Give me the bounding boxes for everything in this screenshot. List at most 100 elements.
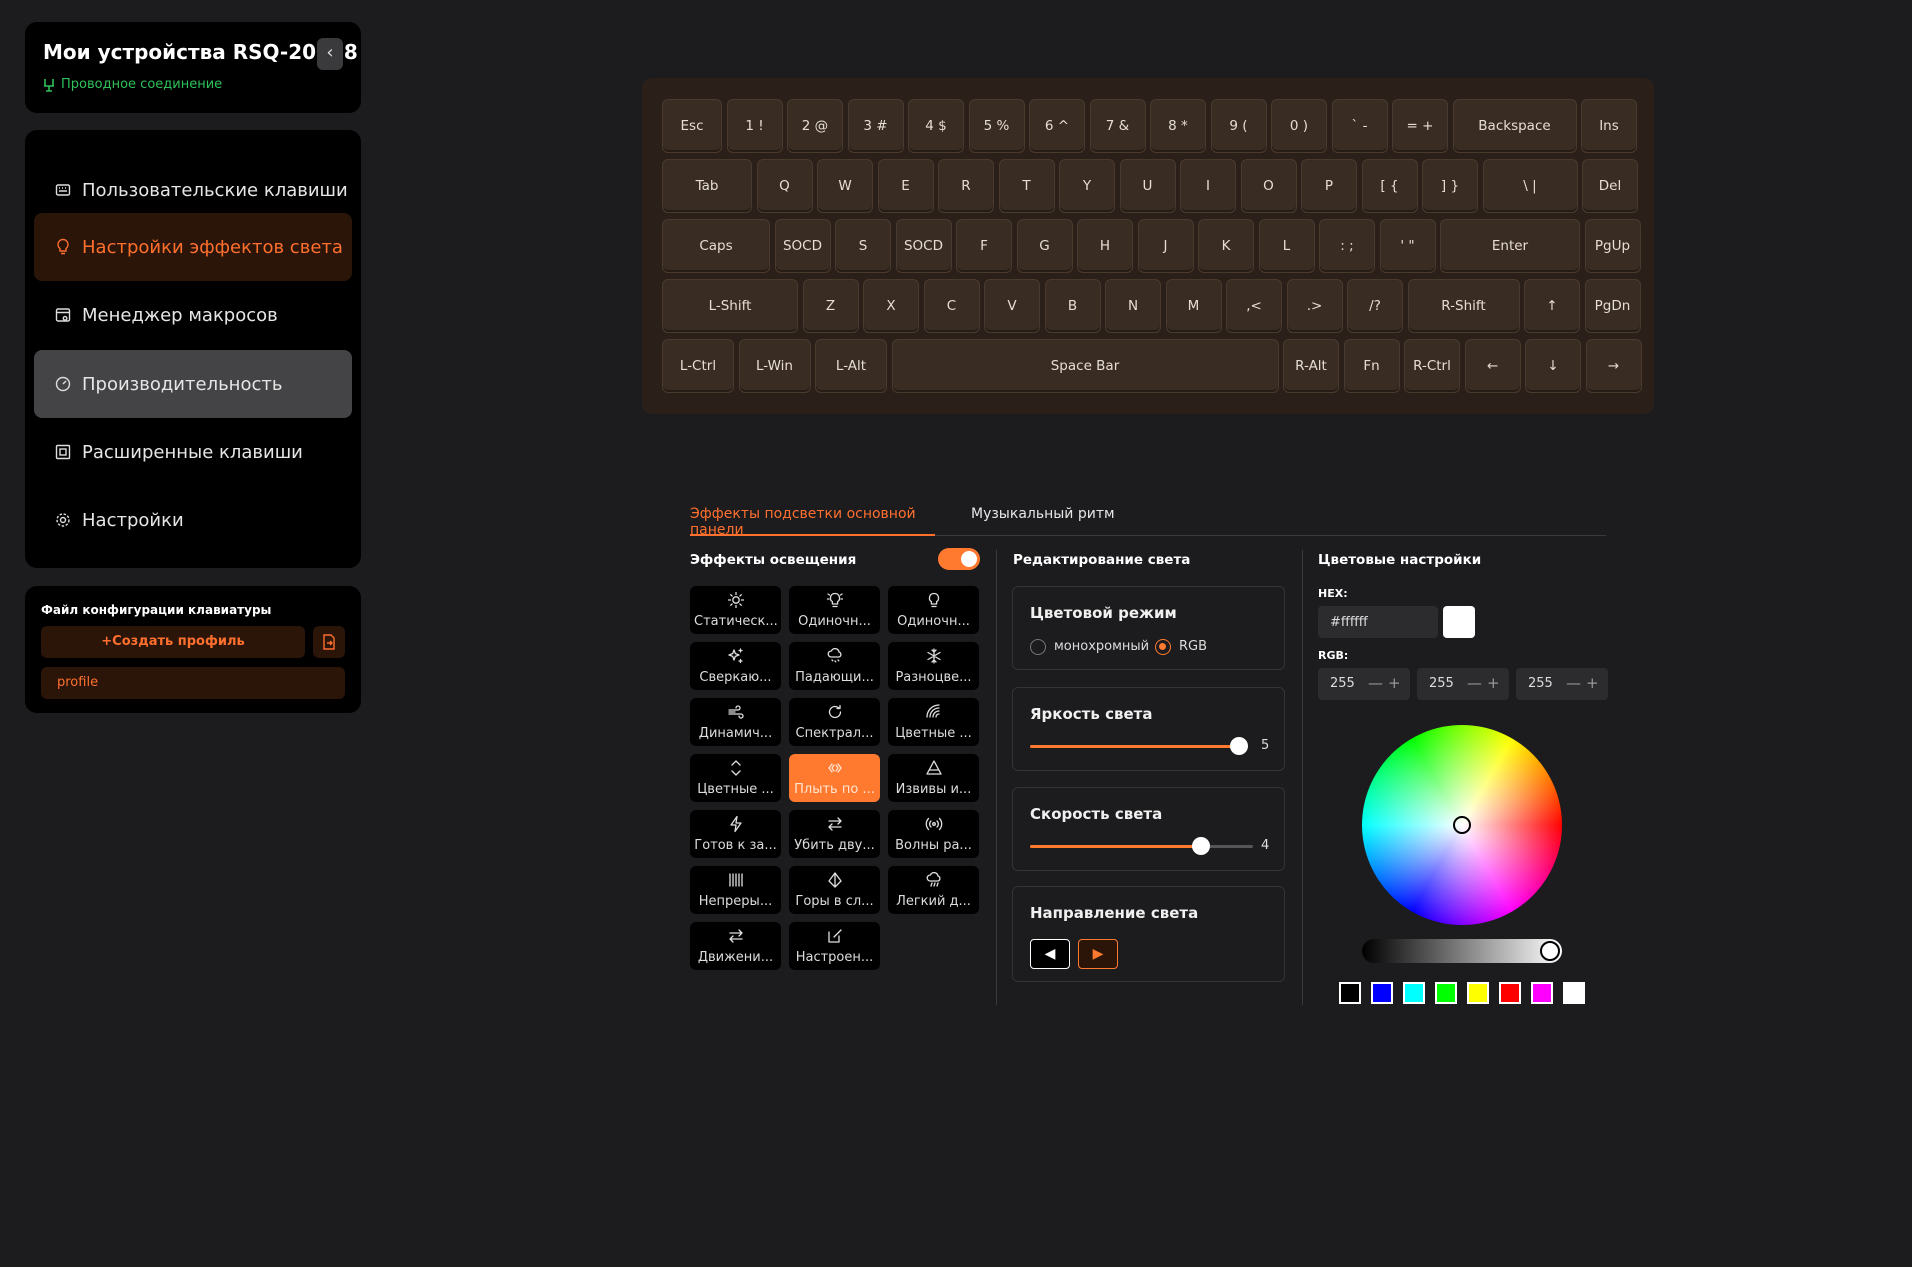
minus-icon[interactable]: — <box>1368 674 1383 692</box>
import-profile-button[interactable] <box>313 626 345 658</box>
minus-icon[interactable]: — <box>1566 674 1581 692</box>
color-preset-swatch[interactable] <box>1563 982 1585 1004</box>
key[interactable]: → <box>1585 339 1642 393</box>
effect-item[interactable]: Спектрал... <box>789 698 880 746</box>
key[interactable]: X <box>863 279 919 333</box>
radio-monochrome[interactable] <box>1030 639 1046 655</box>
key[interactable]: O <box>1240 159 1297 213</box>
color-preset-swatch[interactable] <box>1531 982 1553 1004</box>
minus-icon[interactable]: — <box>1467 674 1482 692</box>
key[interactable]: W <box>817 159 873 213</box>
color-preset-swatch[interactable] <box>1371 982 1393 1004</box>
effect-item[interactable]: Горы в сл... <box>789 866 880 914</box>
key[interactable]: Tab <box>662 159 752 213</box>
hex-input[interactable] <box>1318 606 1438 638</box>
key[interactable]: R-Ctrl <box>1404 339 1460 393</box>
key[interactable]: ] } <box>1422 159 1478 213</box>
tab-main-panel-effects[interactable]: Эффекты подсветки основной панели <box>690 506 935 538</box>
key[interactable]: 5 % <box>968 99 1025 153</box>
key[interactable]: 0 ) <box>1271 99 1327 153</box>
effect-item[interactable]: Одиночн... <box>789 586 880 634</box>
sidebar-item-settings[interactable]: Настройки <box>34 486 352 554</box>
key[interactable]: 7 & <box>1089 99 1146 153</box>
key[interactable]: Ins <box>1581 99 1637 153</box>
effect-item[interactable]: Настроен... <box>789 922 880 970</box>
key[interactable]: Enter <box>1440 219 1580 273</box>
radio-rgb[interactable] <box>1155 639 1171 655</box>
key[interactable]: Fn <box>1343 339 1400 393</box>
key[interactable]: \ | <box>1482 159 1578 213</box>
slider-knob[interactable] <box>1230 737 1248 755</box>
color-preset-swatch[interactable] <box>1403 982 1425 1004</box>
speed-slider[interactable] <box>1030 837 1253 855</box>
color-preset-swatch[interactable] <box>1339 982 1361 1004</box>
key[interactable]: Y <box>1059 159 1115 213</box>
sidebar-item-advanced-keys[interactable]: Расширенные клавиши <box>34 418 352 486</box>
slider-knob[interactable] <box>1192 837 1210 855</box>
key[interactable]: PgUp <box>1584 219 1641 273</box>
effect-item[interactable]: Убить дву... <box>789 810 880 858</box>
key[interactable]: H <box>1077 219 1133 273</box>
direction-right-button[interactable]: ▶ <box>1078 939 1118 969</box>
key[interactable]: F <box>956 219 1012 273</box>
key[interactable]: ← <box>1464 339 1521 393</box>
key[interactable]: L-Shift <box>662 279 798 333</box>
red-stepper[interactable]: 255 — + <box>1318 668 1410 700</box>
key[interactable]: .> <box>1286 279 1343 333</box>
blue-stepper[interactable]: 255 — + <box>1516 668 1608 700</box>
effect-item[interactable]: Готов к за... <box>690 810 781 858</box>
key[interactable]: S <box>835 219 891 273</box>
key[interactable]: 1 ! <box>726 99 783 153</box>
key[interactable]: ` - <box>1331 99 1388 153</box>
key[interactable]: I <box>1180 159 1236 213</box>
effect-item[interactable]: Непреры... <box>690 866 781 914</box>
effect-item[interactable]: Движени... <box>690 922 781 970</box>
key[interactable]: N <box>1105 279 1161 333</box>
key[interactable]: Del <box>1582 159 1638 213</box>
plus-icon[interactable]: + <box>1586 674 1599 692</box>
green-stepper[interactable]: 255 — + <box>1417 668 1509 700</box>
key[interactable]: J <box>1137 219 1194 273</box>
key[interactable]: 3 # <box>847 99 904 153</box>
key[interactable]: U <box>1119 159 1176 213</box>
key[interactable]: Backspace <box>1452 99 1577 153</box>
key[interactable]: SOCD <box>895 219 952 273</box>
key[interactable]: Caps <box>662 219 770 273</box>
key[interactable]: 4 $ <box>908 99 964 153</box>
key[interactable]: Space Bar <box>891 339 1279 393</box>
key[interactable]: R-Alt <box>1283 339 1339 393</box>
color-brightness-bar[interactable] <box>1362 939 1562 963</box>
key[interactable]: 6 ^ <box>1029 99 1085 153</box>
key[interactable]: Z <box>802 279 859 333</box>
effect-item[interactable]: Легкий д... <box>888 866 979 914</box>
effect-item[interactable]: Разноцве... <box>888 642 979 690</box>
key[interactable]: P <box>1301 159 1357 213</box>
key[interactable]: E <box>877 159 934 213</box>
key[interactable]: 8 * <box>1150 99 1206 153</box>
effect-item[interactable]: Падающи... <box>789 642 880 690</box>
key[interactable]: V <box>984 279 1040 333</box>
brightness-slider[interactable] <box>1030 737 1248 755</box>
effect-item[interactable]: Цветные ... <box>888 698 979 746</box>
effect-item[interactable]: Плыть по ... <box>789 754 880 802</box>
key[interactable]: L-Win <box>738 339 811 393</box>
key[interactable]: Q <box>756 159 813 213</box>
key[interactable]: PgDn <box>1584 279 1641 333</box>
effect-item[interactable]: Статическ... <box>690 586 781 634</box>
color-preset-swatch[interactable] <box>1435 982 1457 1004</box>
plus-icon[interactable]: + <box>1388 674 1401 692</box>
plus-icon[interactable]: + <box>1487 674 1500 692</box>
key[interactable]: G <box>1016 219 1073 273</box>
key[interactable]: C <box>923 279 980 333</box>
key[interactable]: = + <box>1392 99 1448 153</box>
effect-item[interactable]: Волны ра... <box>888 810 979 858</box>
effect-item[interactable]: Цветные ... <box>690 754 781 802</box>
color-brightness-knob[interactable] <box>1540 941 1560 961</box>
key[interactable]: ↓ <box>1525 339 1581 393</box>
key[interactable]: 2 @ <box>787 99 843 153</box>
key[interactable]: L-Ctrl <box>662 339 734 393</box>
key[interactable]: 9 ( <box>1210 99 1267 153</box>
sidebar-item-light-effects[interactable]: Настройки эффектов света <box>34 213 352 281</box>
color-preset-swatch[interactable] <box>1467 982 1489 1004</box>
effect-item[interactable]: Одиночн... <box>888 586 979 634</box>
